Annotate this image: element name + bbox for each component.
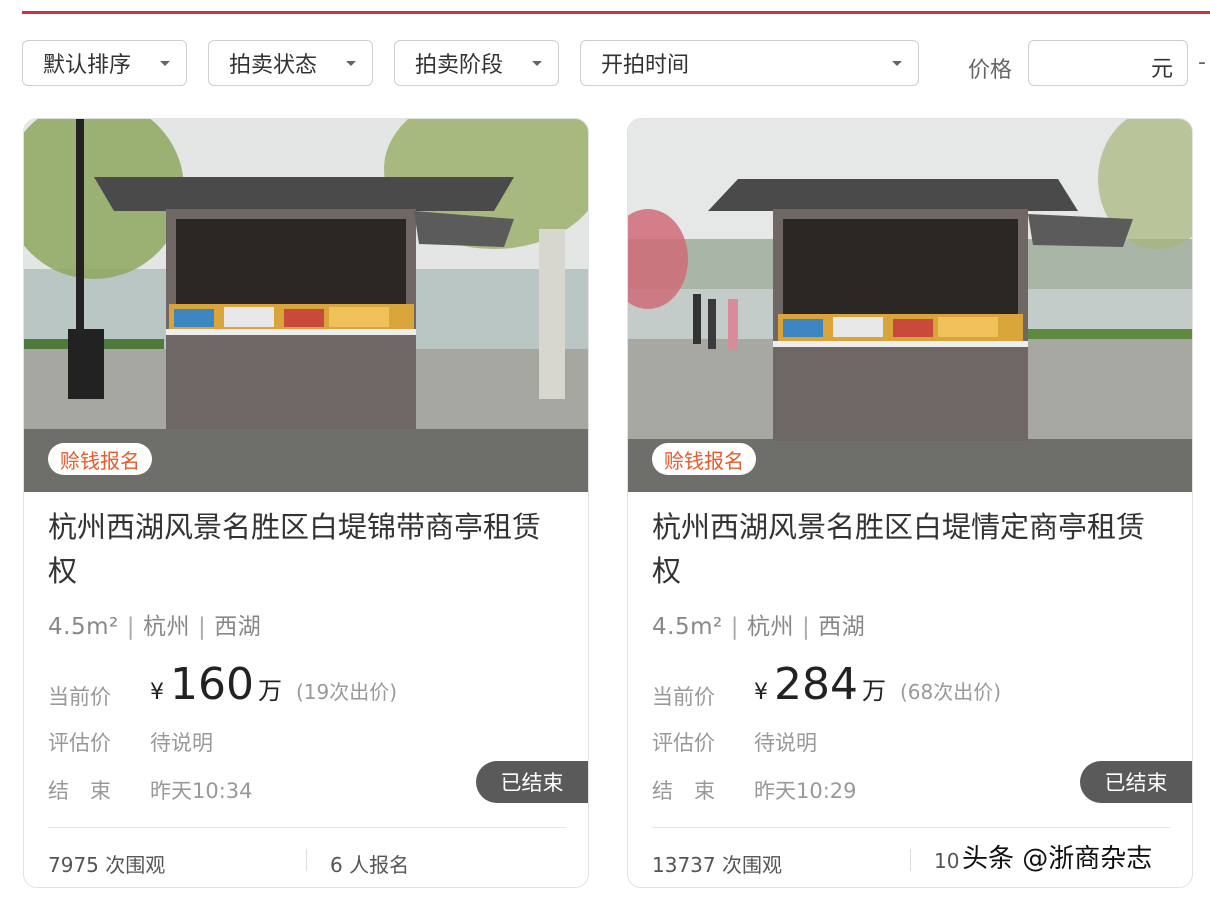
auction-stage-label: 拍卖阶段 (415, 53, 504, 78)
chevron-down-icon (532, 61, 542, 66)
watermark: 头条 @浙商杂志 (962, 844, 1153, 874)
status-tag: 赊钱报名 (652, 443, 756, 475)
stats-separator (910, 849, 911, 871)
top-accent-line (22, 11, 1210, 14)
start-time-dropdown[interactable]: 开拍时间 (580, 40, 919, 86)
currency-symbol: ¥ (754, 680, 768, 705)
kiosk-photo (628, 119, 1192, 492)
price-min-input[interactable] (1037, 41, 1141, 87)
estimate-label: 评估价 (652, 731, 715, 755)
end-time: 昨天10:29 (754, 779, 857, 803)
start-time-label: 开拍时间 (601, 53, 690, 78)
current-price-label: 当前价 (48, 685, 111, 709)
auction-title[interactable]: 杭州西湖风景名胜区白堤锦带商亭租赁权 (48, 505, 568, 593)
end-time: 昨天10:34 (150, 779, 253, 803)
bid-count: (19次出价) (295, 680, 398, 704)
city: 杭州 (746, 614, 794, 640)
current-price-label: 当前价 (652, 685, 715, 709)
price-value: 160 (170, 659, 254, 710)
price-unit: 万 (257, 677, 282, 705)
sort-dropdown-label: 默认排序 (43, 53, 132, 78)
status-tag-text: 赊钱报名 (664, 448, 744, 473)
signup-count: 6 人报名 (330, 853, 410, 877)
auction-card[interactable]: 赊钱报名 杭州西湖风景名胜区白堤情定商亭租赁权 4.5m² | 杭州 | 西湖 当前价 … (627, 118, 1193, 888)
status-tag: 赊钱报名 (48, 443, 152, 475)
kiosk-photo (24, 119, 588, 492)
price-filter-label: 价格 (968, 58, 1013, 83)
chevron-down-icon (892, 61, 902, 66)
current-price: ¥ 160 万 (19次出价) (150, 659, 397, 710)
auction-meta: 4.5m² | 杭州 | 西湖 (48, 614, 262, 640)
bid-count: (68次出价) (899, 680, 1002, 704)
price-range-dash: - (1198, 50, 1206, 75)
estimate-value: 待说明 (754, 731, 817, 755)
stats-separator (306, 849, 307, 871)
currency-symbol: ¥ (150, 680, 164, 705)
signup-count: 10 (934, 849, 960, 873)
city: 杭州 (142, 614, 190, 640)
status-badge: 已结束 (1080, 761, 1192, 803)
estimate-value: 待说明 (150, 731, 213, 755)
end-label: 结 束 (48, 779, 111, 803)
auction-stage-dropdown[interactable]: 拍卖阶段 (394, 40, 559, 86)
district: 西湖 (214, 614, 262, 640)
price-unit: 万 (861, 677, 886, 705)
divider (652, 827, 1170, 828)
auction-card[interactable]: 赊钱报名 杭州西湖风景名胜区白堤锦带商亭租赁权 4.5m² | 杭州 | 西湖 当前价 … (23, 118, 589, 888)
status-badge: 已结束 (476, 761, 588, 803)
auction-title[interactable]: 杭州西湖风景名胜区白堤情定商亭租赁权 (652, 505, 1172, 593)
view-count: 13737 次围观 (652, 853, 782, 877)
district: 西湖 (818, 614, 866, 640)
chevron-down-icon (346, 61, 356, 66)
auction-meta: 4.5m² | 杭州 | 西湖 (652, 614, 866, 640)
divider (48, 827, 566, 828)
current-price: ¥ 284 万 (68次出价) (754, 659, 1001, 710)
sort-dropdown[interactable]: 默认排序 (22, 40, 187, 86)
auction-status-dropdown[interactable]: 拍卖状态 (208, 40, 373, 86)
estimate-label: 评估价 (48, 731, 111, 755)
area: 4.5m² (652, 614, 723, 640)
auction-status-label: 拍卖状态 (229, 53, 318, 78)
end-label: 结 束 (652, 779, 715, 803)
price-unit: 元 (1150, 57, 1173, 82)
chevron-down-icon (160, 61, 170, 66)
view-count: 7975 次围观 (48, 853, 166, 877)
status-tag-text: 赊钱报名 (60, 448, 140, 473)
price-value: 284 (774, 659, 858, 710)
price-min-field[interactable]: 元 (1028, 40, 1188, 87)
area: 4.5m² (48, 614, 119, 640)
